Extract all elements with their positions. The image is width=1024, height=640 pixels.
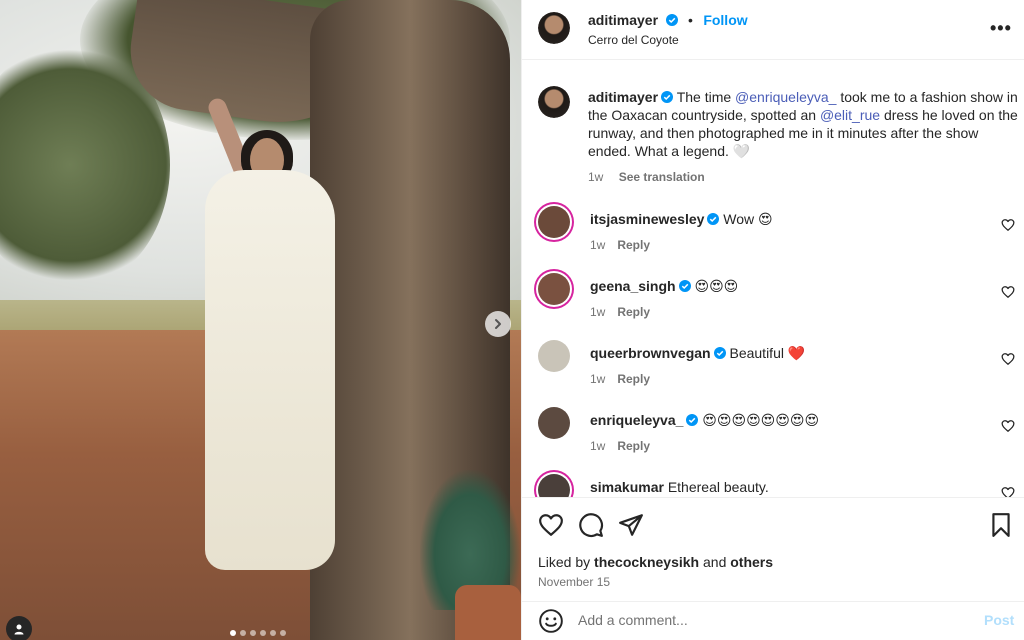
likes-summary: Liked by thecockneysikh and others bbox=[538, 554, 773, 570]
comment-body: geena_singh 😍😍😍 bbox=[590, 277, 738, 295]
carousel-dot bbox=[240, 630, 246, 636]
caption-text: aditimayer The time @enriqueleyva_ took … bbox=[588, 88, 1018, 186]
comment-avatar[interactable] bbox=[538, 273, 570, 305]
comment-meta: 1w Reply bbox=[590, 238, 650, 252]
comment-text: 😍😍😍😍😍😍😍😍 bbox=[702, 412, 820, 428]
caption-mention-elit-rue[interactable]: @elit_rue bbox=[820, 107, 880, 123]
carousel-dot bbox=[250, 630, 256, 636]
comment-text: 😍😍😍 bbox=[694, 278, 739, 294]
carousel-next-button[interactable] bbox=[485, 311, 511, 337]
caption-meta: 1w See translation bbox=[588, 168, 1018, 186]
comment-body: enriqueleyva_ 😍😍😍😍😍😍😍😍 bbox=[590, 411, 819, 429]
chevron-right-icon bbox=[495, 319, 501, 329]
comment-text: Beautiful ❤️ bbox=[729, 345, 806, 361]
comment-meta: 1w Reply bbox=[590, 372, 650, 386]
caption-avatar[interactable] bbox=[538, 86, 570, 118]
comment-avatar[interactable] bbox=[538, 206, 570, 238]
carousel-dots bbox=[230, 630, 286, 636]
comment-like-heart-icon[interactable] bbox=[1001, 285, 1015, 299]
author-username[interactable]: aditimayer bbox=[588, 12, 658, 28]
verified-badge-icon bbox=[661, 91, 674, 103]
verified-badge-icon bbox=[707, 213, 720, 225]
comment-meta: 1w Reply bbox=[590, 305, 650, 319]
likes-prefix: Liked by bbox=[538, 554, 595, 570]
emoji-icon[interactable] bbox=[538, 608, 564, 634]
comment-like-heart-icon[interactable] bbox=[1001, 352, 1015, 366]
header-title-row: aditimayer • Follow bbox=[588, 12, 748, 30]
post-location[interactable]: Cerro del Coyote bbox=[588, 33, 679, 47]
likes-user[interactable]: thecockneysikh bbox=[594, 554, 699, 570]
comment-username[interactable]: queerbrownvegan bbox=[590, 345, 711, 361]
reply-button[interactable]: Reply bbox=[617, 372, 650, 386]
comment-text: Wow 😍 bbox=[723, 211, 773, 227]
likes-conjunction: and bbox=[699, 554, 731, 570]
share-paper-plane-icon[interactable] bbox=[618, 512, 644, 538]
post-actions: Liked by thecockneysikh and others Novem… bbox=[522, 497, 1024, 600]
comment-body: itsjasminewesley Wow 😍 bbox=[590, 210, 773, 228]
caption-username[interactable]: aditimayer bbox=[588, 89, 658, 105]
caption-mention-enriqueleyva[interactable]: @enriqueleyva_ bbox=[735, 89, 836, 105]
comment-item: geena_singh 😍😍😍 1w Reply bbox=[538, 273, 1018, 333]
comment-item: enriqueleyva_ 😍😍😍😍😍😍😍😍 1w Reply bbox=[538, 407, 1018, 467]
caption-text-part-1: The time bbox=[676, 89, 736, 105]
carousel-dot bbox=[270, 630, 276, 636]
verified-badge-icon bbox=[665, 14, 678, 26]
comments-section[interactable]: aditimayer The time @enriqueleyva_ took … bbox=[522, 60, 1024, 497]
carousel-dot bbox=[280, 630, 286, 636]
add-comment-bar: Post bbox=[522, 601, 1024, 640]
photo-dress bbox=[205, 170, 335, 570]
post-date[interactable]: November 15 bbox=[538, 575, 610, 589]
follow-button[interactable]: Follow bbox=[703, 12, 747, 28]
comment-meta: 1w Reply bbox=[590, 439, 650, 453]
caption-time: 1w bbox=[588, 170, 604, 184]
verified-badge-icon bbox=[686, 414, 699, 426]
reply-button[interactable]: Reply bbox=[617, 439, 650, 453]
verified-badge-icon bbox=[678, 280, 691, 292]
comment-time: 1w bbox=[590, 238, 606, 252]
comment-like-heart-icon[interactable] bbox=[1001, 486, 1015, 497]
comment-avatar[interactable] bbox=[538, 407, 570, 439]
comment-avatar[interactable] bbox=[538, 474, 570, 497]
comment-username[interactable]: itsjasminewesley bbox=[590, 211, 704, 227]
comment-avatar[interactable] bbox=[538, 340, 570, 372]
author-avatar[interactable] bbox=[538, 12, 570, 44]
carousel-dot bbox=[230, 630, 236, 636]
post-side-panel: aditimayer • Follow Cerro del Coyote •••… bbox=[521, 0, 1024, 640]
save-bookmark-icon[interactable] bbox=[988, 512, 1014, 538]
carousel-dot bbox=[260, 630, 266, 636]
post-comment-button[interactable]: Post bbox=[984, 612, 1014, 628]
verified-badge-icon bbox=[713, 347, 726, 359]
header-separator: • bbox=[687, 12, 693, 28]
comment-time: 1w bbox=[590, 439, 606, 453]
post-photo[interactable] bbox=[0, 0, 521, 640]
comment-username[interactable]: geena_singh bbox=[590, 278, 676, 294]
comment-body: simakumar Ethereal beauty. bbox=[590, 478, 769, 496]
likes-others[interactable]: others bbox=[730, 554, 773, 570]
comment-text: Ethereal beauty. bbox=[667, 479, 769, 495]
comment-username[interactable]: simakumar bbox=[590, 479, 664, 495]
like-heart-icon[interactable] bbox=[538, 512, 564, 538]
comment-like-heart-icon[interactable] bbox=[1001, 218, 1015, 232]
post-header: aditimayer • Follow Cerro del Coyote ••• bbox=[522, 0, 1024, 60]
comment-time: 1w bbox=[590, 305, 606, 319]
comment-username[interactable]: enriqueleyva_ bbox=[590, 412, 683, 428]
reply-button[interactable]: Reply bbox=[617, 305, 650, 319]
comment-item: queerbrownvegan Beautiful ❤️ 1w Reply bbox=[538, 340, 1018, 400]
more-options-button[interactable]: ••• bbox=[990, 18, 1012, 39]
see-translation-button[interactable]: See translation bbox=[619, 170, 705, 184]
comment-item: simakumar Ethereal beauty.1wReply bbox=[538, 474, 1018, 497]
user-icon bbox=[14, 624, 24, 635]
comment-time: 1w bbox=[590, 372, 606, 386]
photo-pot bbox=[455, 585, 521, 640]
tagged-users-button[interactable] bbox=[6, 616, 32, 640]
comment-bubble-icon[interactable] bbox=[578, 512, 604, 538]
comment-input[interactable] bbox=[578, 612, 958, 628]
reply-button[interactable]: Reply bbox=[617, 238, 650, 252]
comment-body: queerbrownvegan Beautiful ❤️ bbox=[590, 344, 805, 362]
comment-item: itsjasminewesley Wow 😍 1w Reply bbox=[538, 206, 1018, 266]
comment-like-heart-icon[interactable] bbox=[1001, 419, 1015, 433]
